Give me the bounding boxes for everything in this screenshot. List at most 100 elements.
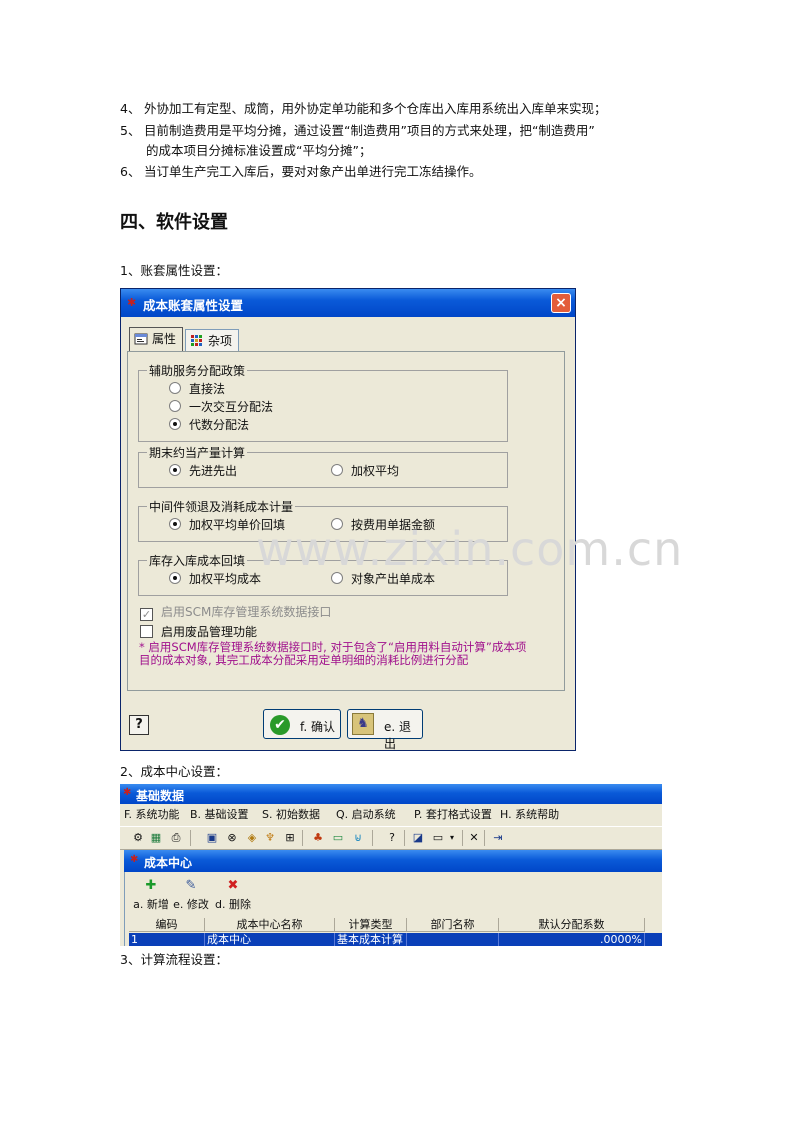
watermark: www.zixin.com.cn [256,522,684,576]
scm-note: * 启用SCM库存管理系统数据接口时, 对于包含了“启用用料自动计算”成本项目的… [139,640,527,667]
money-icon[interactable]: ▭ [330,830,346,846]
help-button[interactable]: ? [129,715,149,735]
toolbar-separator [484,830,485,846]
group-service-allocation: 辅助服务分配政策 直接法 一次交互分配法 代数分配法 [138,362,508,442]
checkbox[interactable] [140,625,153,638]
exit-button[interactable]: ♞ e. 退出 [347,709,423,751]
doc-item-5-cont: 的成本项目分摊标准设置成“平均分摊”； [146,143,372,158]
add-icon: ✚ [145,878,157,893]
menu-help[interactable]: H. 系统帮助 [500,806,559,824]
radio-button[interactable] [169,382,181,394]
app-icon: ✱ [127,296,137,309]
radio-direct-method[interactable]: 直接法 [169,381,225,397]
settings-icon[interactable]: ⚙ [130,830,146,846]
edit-icon: ✎ [185,878,197,893]
cost-center-title: 成本中心 [144,856,193,870]
delete-button[interactable]: ✖ d. 删除 [213,878,253,914]
window-icon[interactable]: ◪ [410,830,426,846]
add-button[interactable]: ✚ a. 新增 [131,878,171,914]
step-3-label: 3、计算流程设置： [120,952,228,967]
expand-icon[interactable]: ⊞ [282,830,298,846]
edit-button[interactable]: ✎ e. 修改 [171,878,211,914]
group-title: 期末约当产量计算 [147,444,248,461]
exit-icon: ♞ [352,713,374,735]
doc-item-4: 4、 外协加工有定型、成筒，用外协定单功能和多个仓库出入库用系统出入库单来实现； [120,101,607,116]
app-icon: ✱ [130,854,139,865]
checkbox-waste-management[interactable]: 启用废品管理功能 [140,624,257,640]
help-icon[interactable]: ? [384,830,400,846]
toolbar-separator [302,830,303,846]
column-header[interactable]: 编码 [129,918,205,932]
save-icon[interactable]: ▣ [204,830,220,846]
menu-print-format[interactable]: P. 套打格式设置 [414,806,492,824]
people-icon[interactable]: ♣ [310,830,326,846]
delete-icon: ✖ [227,878,239,893]
table-cell [407,933,499,946]
dialog-titlebar: ✱ 成本账套属性设置 × [121,289,575,317]
calculator-icon[interactable]: ▦ [148,830,164,846]
checkbox-scm-interface[interactable]: ✓ 启用SCM库存管理系统数据接口 [140,604,331,621]
group-title: 辅助服务分配政策 [147,362,248,379]
group-title: 库存入库成本回填 [147,552,248,569]
basic-data-window: ✱ 基础数据 F. 系统功能 B. 基础设置 S. 初始数据 Q. 启动系统 P… [120,784,662,946]
radio-button-selected[interactable] [169,572,181,584]
menu-start-system[interactable]: Q. 启动系统 [336,806,396,824]
doc-item-5: 5、 目前制造费用是平均分摊，通过设置“制造费用”项目的方式来处理，把“制造费用” [120,123,595,138]
tree-icon[interactable]: ♆ [262,830,278,846]
chevron-down-icon[interactable]: ▾ [444,830,460,846]
tab-properties[interactable]: 属性 [129,327,183,351]
menu-system[interactable]: F. 系统功能 [124,806,180,824]
exit-label: e. 退出 [384,720,412,751]
group-equivalent-output: 期末约当产量计算 先进先出 加权平均 [138,444,508,488]
toolbar-separator [372,830,373,846]
step-2-label: 2、成本中心设置： [120,764,228,779]
settings-dialog: ✱ 成本账套属性设置 × 属性 杂项 辅助服务分配政策 直接法 一次交互分配法 [120,288,576,751]
menu-bar: F. 系统功能 B. 基础设置 S. 初始数据 Q. 启动系统 P. 套打格式设… [120,806,662,824]
toolbar-separator [404,830,405,846]
radio-weighted-cost[interactable]: 加权平均成本 [169,571,261,587]
dialog-title: 成本账套属性设置 [143,298,244,313]
column-header[interactable]: 部门名称 [407,918,499,932]
exit-door-icon[interactable]: ⇥ [490,830,506,846]
group-title: 中间件领退及消耗成本计量 [147,498,296,515]
filter-icon[interactable]: ◈ [244,830,260,846]
close-icon[interactable]: ✕ [466,830,482,846]
radio-algebraic[interactable]: 代数分配法 [169,417,249,433]
close-button[interactable]: × [551,293,571,313]
grid-icon [191,335,202,346]
radio-fifo[interactable]: 先进先出 [169,463,237,479]
checkbox[interactable]: ✓ [140,608,153,621]
table-cell: .0000% [499,933,645,946]
window-titlebar: ✱ 基础数据 [120,784,662,804]
toolbar-separator [462,830,463,846]
table-cell: 1 [129,933,205,946]
radio-button-selected[interactable] [169,464,181,476]
app-icon: ✱ [123,787,132,798]
radio-button[interactable] [331,464,343,476]
cost-center-body: ✚ a. 新增 ✎ e. 修改 ✖ d. 删除 编码 成本中心名称 计算类型 部… [124,872,662,946]
section-title: 四、软件设置 [120,212,228,233]
cost-center-titlebar: ✱ 成本中心 [124,850,662,872]
table-row[interactable]: 1 成本中心 基本成本计算 .0000% [129,933,662,946]
check-icon: ✔ [270,715,290,735]
radio-button-selected[interactable] [169,418,181,430]
table-header: 编码 成本中心名称 计算类型 部门名称 默认分配系数 [129,918,662,932]
column-header[interactable]: 默认分配系数 [499,918,645,932]
print-icon[interactable]: ⎙ [168,830,184,846]
bucket-icon[interactable]: ⊌ [350,830,366,846]
radio-button-selected[interactable] [169,518,181,530]
radio-single-interactive[interactable]: 一次交互分配法 [169,399,273,415]
table-cell: 基本成本计算 [335,933,407,946]
column-header[interactable]: 计算类型 [335,918,407,932]
radio-weighted-average[interactable]: 加权平均 [331,463,399,479]
column-header[interactable]: 成本中心名称 [205,918,335,932]
menu-basic-settings[interactable]: B. 基础设置 [190,806,249,824]
menu-initial-data[interactable]: S. 初始数据 [262,806,320,824]
doc-item-6: 6、 当订单生产完工入库后，要对对象产出单进行完工冻结操作。 [120,164,482,179]
confirm-button[interactable]: ✔ f. 确认 [263,709,341,739]
tab-misc-label: 杂项 [208,334,233,348]
radio-button[interactable] [169,400,181,412]
tab-misc[interactable]: 杂项 [185,329,239,351]
binoculars-icon[interactable]: ⊗ [224,830,240,846]
step-1-label: 1、账套属性设置： [120,263,228,278]
